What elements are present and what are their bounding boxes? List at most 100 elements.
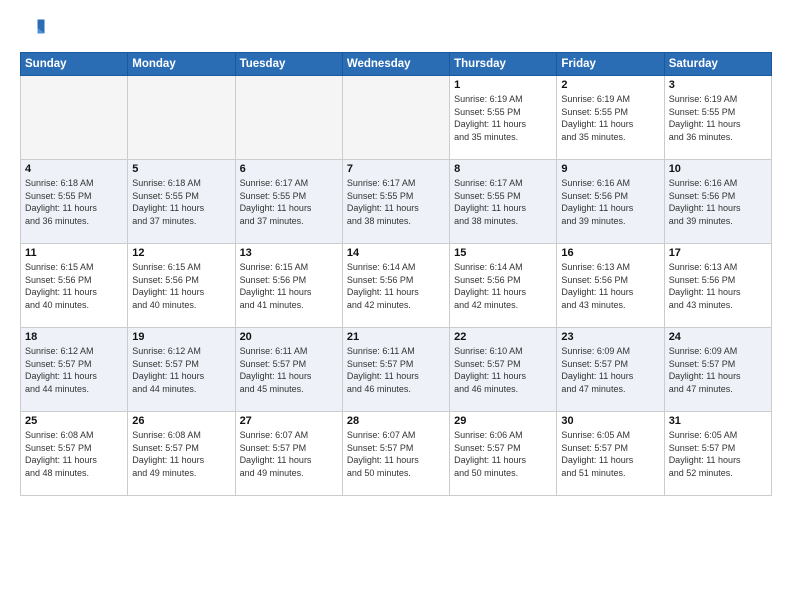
calendar-cell: 2 Sunrise: 6:19 AM Sunset: 5:55 PM Daylig… — [557, 76, 664, 160]
calendar-cell — [342, 76, 449, 160]
calendar-cell: 19 Sunrise: 6:12 AM Sunset: 5:57 PM Dayli… — [128, 328, 235, 412]
day-info: Sunrise: 6:16 AM Sunset: 5:56 PM Dayligh… — [669, 177, 767, 227]
day-info: Sunrise: 6:15 AM Sunset: 5:56 PM Dayligh… — [25, 261, 123, 311]
logo — [20, 16, 52, 44]
calendar-cell: 27 Sunrise: 6:07 AM Sunset: 5:57 PM Dayli… — [235, 412, 342, 496]
day-number: 11 — [25, 247, 123, 259]
day-number: 17 — [669, 247, 767, 259]
day-info: Sunrise: 6:09 AM Sunset: 5:57 PM Dayligh… — [561, 345, 659, 395]
day-number: 6 — [240, 163, 338, 175]
day-number: 13 — [240, 247, 338, 259]
day-number: 14 — [347, 247, 445, 259]
week-row-2: 4 Sunrise: 6:18 AM Sunset: 5:55 PM Daylig… — [21, 160, 772, 244]
week-row-1: 1 Sunrise: 6:19 AM Sunset: 5:55 PM Daylig… — [21, 76, 772, 160]
day-number: 20 — [240, 331, 338, 343]
calendar-cell: 4 Sunrise: 6:18 AM Sunset: 5:55 PM Daylig… — [21, 160, 128, 244]
calendar-cell: 28 Sunrise: 6:07 AM Sunset: 5:57 PM Dayli… — [342, 412, 449, 496]
calendar-cell: 11 Sunrise: 6:15 AM Sunset: 5:56 PM Dayli… — [21, 244, 128, 328]
day-number: 1 — [454, 79, 552, 91]
calendar-cell: 26 Sunrise: 6:08 AM Sunset: 5:57 PM Dayli… — [128, 412, 235, 496]
day-number: 9 — [561, 163, 659, 175]
day-number: 4 — [25, 163, 123, 175]
calendar-cell: 1 Sunrise: 6:19 AM Sunset: 5:55 PM Daylig… — [450, 76, 557, 160]
day-number: 23 — [561, 331, 659, 343]
calendar-cell — [128, 76, 235, 160]
day-info: Sunrise: 6:18 AM Sunset: 5:55 PM Dayligh… — [132, 177, 230, 227]
weekday-header-friday: Friday — [557, 53, 664, 76]
day-info: Sunrise: 6:14 AM Sunset: 5:56 PM Dayligh… — [454, 261, 552, 311]
calendar-cell: 16 Sunrise: 6:13 AM Sunset: 5:56 PM Dayli… — [557, 244, 664, 328]
weekday-header-row: SundayMondayTuesdayWednesdayThursdayFrid… — [21, 53, 772, 76]
day-number: 21 — [347, 331, 445, 343]
day-info: Sunrise: 6:17 AM Sunset: 5:55 PM Dayligh… — [454, 177, 552, 227]
calendar-cell: 22 Sunrise: 6:10 AM Sunset: 5:57 PM Dayli… — [450, 328, 557, 412]
calendar-cell: 17 Sunrise: 6:13 AM Sunset: 5:56 PM Dayli… — [664, 244, 771, 328]
day-number: 5 — [132, 163, 230, 175]
week-row-3: 11 Sunrise: 6:15 AM Sunset: 5:56 PM Dayli… — [21, 244, 772, 328]
weekday-header-monday: Monday — [128, 53, 235, 76]
calendar-cell: 30 Sunrise: 6:05 AM Sunset: 5:57 PM Dayli… — [557, 412, 664, 496]
weekday-header-saturday: Saturday — [664, 53, 771, 76]
calendar: SundayMondayTuesdayWednesdayThursdayFrid… — [20, 52, 772, 496]
day-info: Sunrise: 6:05 AM Sunset: 5:57 PM Dayligh… — [561, 429, 659, 479]
calendar-cell: 29 Sunrise: 6:06 AM Sunset: 5:57 PM Dayli… — [450, 412, 557, 496]
day-info: Sunrise: 6:07 AM Sunset: 5:57 PM Dayligh… — [240, 429, 338, 479]
calendar-cell — [235, 76, 342, 160]
day-info: Sunrise: 6:08 AM Sunset: 5:57 PM Dayligh… — [132, 429, 230, 479]
day-number: 3 — [669, 79, 767, 91]
calendar-cell: 23 Sunrise: 6:09 AM Sunset: 5:57 PM Dayli… — [557, 328, 664, 412]
day-info: Sunrise: 6:17 AM Sunset: 5:55 PM Dayligh… — [240, 177, 338, 227]
calendar-cell: 31 Sunrise: 6:05 AM Sunset: 5:57 PM Dayli… — [664, 412, 771, 496]
calendar-cell: 20Sunrise: 6:11 AM Sunset: 5:57 PM Dayli… — [235, 328, 342, 412]
day-info: Sunrise: 6:18 AM Sunset: 5:55 PM Dayligh… — [25, 177, 123, 227]
day-info: Sunrise: 6:14 AM Sunset: 5:56 PM Dayligh… — [347, 261, 445, 311]
calendar-cell: 3 Sunrise: 6:19 AM Sunset: 5:55 PM Daylig… — [664, 76, 771, 160]
header — [20, 16, 772, 44]
day-number: 27 — [240, 415, 338, 427]
day-number: 16 — [561, 247, 659, 259]
day-number: 26 — [132, 415, 230, 427]
day-info: Sunrise: 6:15 AM Sunset: 5:56 PM Dayligh… — [132, 261, 230, 311]
calendar-cell: 12 Sunrise: 6:15 AM Sunset: 5:56 PM Dayli… — [128, 244, 235, 328]
day-info: Sunrise: 6:09 AM Sunset: 5:57 PM Dayligh… — [669, 345, 767, 395]
page: SundayMondayTuesdayWednesdayThursdayFrid… — [0, 0, 792, 612]
day-info: Sunrise: 6:13 AM Sunset: 5:56 PM Dayligh… — [561, 261, 659, 311]
calendar-cell: 15 Sunrise: 6:14 AM Sunset: 5:56 PM Dayli… — [450, 244, 557, 328]
day-info: Sunrise: 6:17 AM Sunset: 5:55 PM Dayligh… — [347, 177, 445, 227]
day-info: Sunrise: 6:07 AM Sunset: 5:57 PM Dayligh… — [347, 429, 445, 479]
day-number: 8 — [454, 163, 552, 175]
day-number: 12 — [132, 247, 230, 259]
day-number: 15 — [454, 247, 552, 259]
day-number: 10 — [669, 163, 767, 175]
calendar-cell: 25Sunrise: 6:08 AM Sunset: 5:57 PM Dayli… — [21, 412, 128, 496]
day-number: 19 — [132, 331, 230, 343]
day-number: 30 — [561, 415, 659, 427]
day-info: Sunrise: 6:13 AM Sunset: 5:56 PM Dayligh… — [669, 261, 767, 311]
day-number: 29 — [454, 415, 552, 427]
day-info: Sunrise: 6:06 AM Sunset: 5:57 PM Dayligh… — [454, 429, 552, 479]
calendar-cell: 24Sunrise: 6:09 AM Sunset: 5:57 PM Dayli… — [664, 328, 771, 412]
calendar-cell: 10 Sunrise: 6:16 AM Sunset: 5:56 PM Dayli… — [664, 160, 771, 244]
day-info: Sunrise: 6:12 AM Sunset: 5:57 PM Dayligh… — [132, 345, 230, 395]
calendar-cell: 18Sunrise: 6:12 AM Sunset: 5:57 PM Dayli… — [21, 328, 128, 412]
day-info: Sunrise: 6:19 AM Sunset: 5:55 PM Dayligh… — [454, 93, 552, 143]
day-info: Sunrise: 6:10 AM Sunset: 5:57 PM Dayligh… — [454, 345, 552, 395]
day-number: 2 — [561, 79, 659, 91]
day-info: Sunrise: 6:19 AM Sunset: 5:55 PM Dayligh… — [561, 93, 659, 143]
day-info: Sunrise: 6:16 AM Sunset: 5:56 PM Dayligh… — [561, 177, 659, 227]
calendar-cell: 5 Sunrise: 6:18 AM Sunset: 5:55 PM Daylig… — [128, 160, 235, 244]
weekday-header-wednesday: Wednesday — [342, 53, 449, 76]
calendar-cell: 21Sunrise: 6:11 AM Sunset: 5:57 PM Dayli… — [342, 328, 449, 412]
day-info: Sunrise: 6:08 AM Sunset: 5:57 PM Dayligh… — [25, 429, 123, 479]
day-info: Sunrise: 6:19 AM Sunset: 5:55 PM Dayligh… — [669, 93, 767, 143]
logo-icon — [20, 16, 48, 44]
day-info: Sunrise: 6:05 AM Sunset: 5:57 PM Dayligh… — [669, 429, 767, 479]
day-number: 22 — [454, 331, 552, 343]
day-number: 7 — [347, 163, 445, 175]
calendar-cell: 6 Sunrise: 6:17 AM Sunset: 5:55 PM Daylig… — [235, 160, 342, 244]
day-number: 31 — [669, 415, 767, 427]
day-info: Sunrise: 6:15 AM Sunset: 5:56 PM Dayligh… — [240, 261, 338, 311]
day-number: 28 — [347, 415, 445, 427]
week-row-4: 18 Sunrise: 6:12 AM Sunset: 5:57 PM Dayli… — [21, 328, 772, 412]
day-number: 18 — [25, 331, 123, 343]
